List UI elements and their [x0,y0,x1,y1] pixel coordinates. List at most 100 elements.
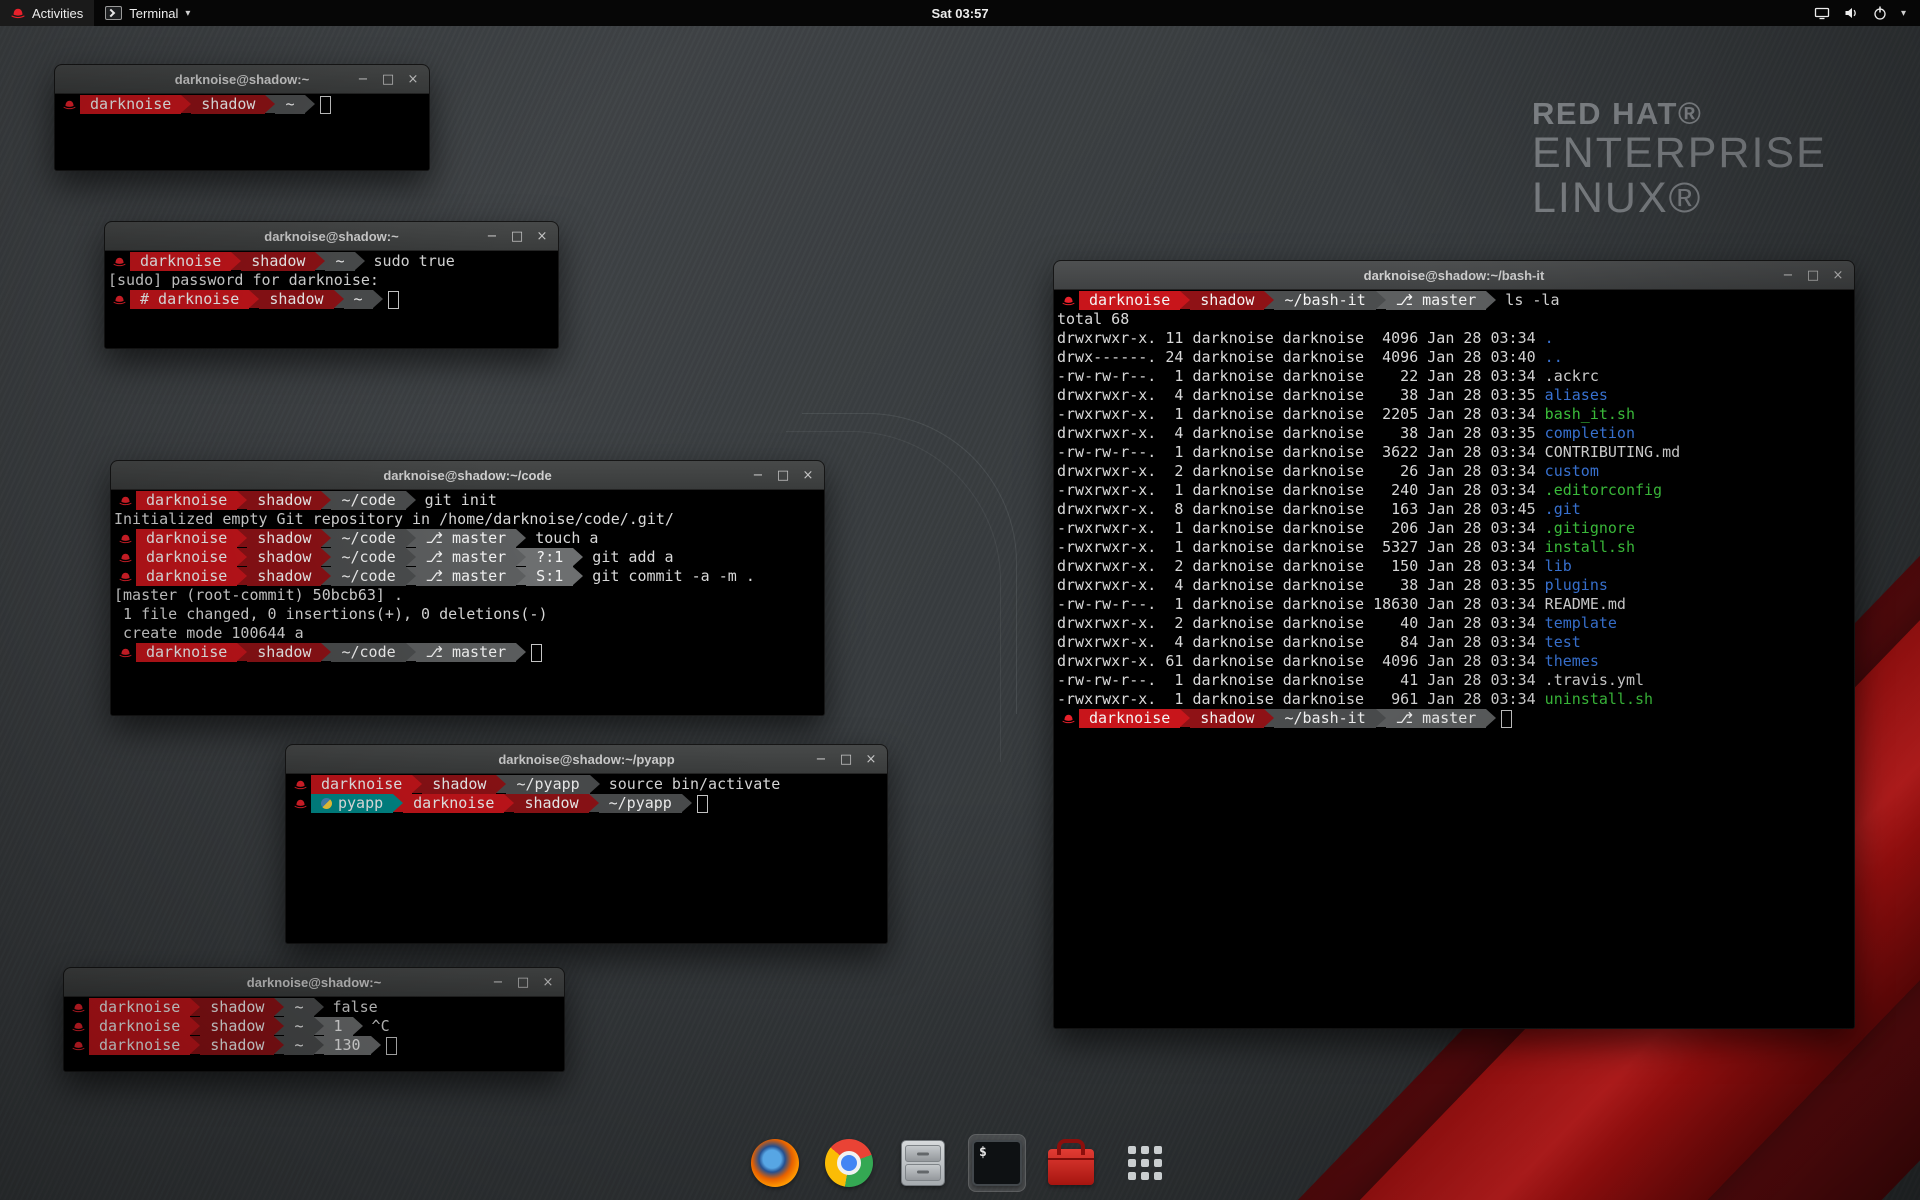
terminal-window[interactable]: darknoise@shadow:~ − □ × darknoiseshadow… [54,64,430,171]
terminal-window[interactable]: darknoise@shadow:~/code − □ × darknoises… [110,460,825,716]
powerline-arrow [314,998,324,1016]
terminal-window[interactable]: darknoise@shadow:~/pyapp − □ × darknoise… [285,744,888,944]
prompt-segment: shadow [247,529,321,548]
maximize-button[interactable]: □ [839,752,853,767]
terminal-window[interactable]: darknoise@shadow:~ − □ × darknoiseshadow… [104,221,559,349]
terminal-content[interactable]: darknoiseshadow~/code git initInitialize… [111,490,824,715]
dock-files[interactable] [894,1134,952,1192]
terminal-content[interactable]: darknoiseshadow~ [55,94,429,170]
terminal-content[interactable]: darknoiseshadow~/bash-it⎇ master ls -lat… [1054,290,1854,1028]
prompt-segment: shadow [1190,709,1264,728]
dock-chrome[interactable] [820,1134,878,1192]
terminal-window[interactable]: darknoise@shadow:~/bash-it − □ × darknoi… [1053,260,1855,1029]
titlebar[interactable]: darknoise@shadow:~ − □ × [64,968,564,997]
maximize-button[interactable]: □ [516,975,530,990]
terminal-text: -rwxrwxr-x. 1 darknoise darknoise 961 Ja… [1057,690,1545,709]
dock-toolbox[interactable] [1042,1134,1100,1192]
powerline-arrow [190,1017,200,1035]
display-icon[interactable] [1814,5,1830,21]
dock-show-apps[interactable] [1116,1134,1174,1192]
powerline-arrow [321,643,331,661]
maximize-button[interactable]: □ [510,229,524,244]
prompt-segment: ~ [325,252,354,271]
window-title: darknoise@shadow:~ [264,229,398,244]
directory-name: custom [1545,462,1599,481]
volume-icon[interactable] [1843,5,1859,21]
terminal-line: darknoiseshadow~ [58,95,429,114]
titlebar[interactable]: darknoise@shadow:~/code − □ × [111,461,824,490]
maximize-button[interactable]: □ [381,72,395,87]
powerline-arrow [314,1017,324,1035]
redhat-prompt-icon [1057,291,1079,310]
window-title: darknoise@shadow:~ [175,72,309,87]
titlebar[interactable]: darknoise@shadow:~/bash-it − □ × [1054,261,1854,290]
titlebar[interactable]: darknoise@shadow:~ − □ × [105,222,558,251]
prompt-segment: ~/pyapp [506,775,589,794]
prompt-segment: shadow [259,290,333,309]
terminal-content[interactable]: darknoiseshadow~/pyapp source bin/activa… [286,774,887,943]
prompt-segment: darknoise [136,548,237,567]
redhat-prompt-icon [289,775,311,794]
activities-button[interactable]: Activities [0,0,94,26]
terminal-line: drwxrwxr-x. 8 darknoise darknoise 163 Ja… [1057,500,1854,519]
terminal-text: .ackrc [1545,367,1599,386]
terminal-line: drwxrwxr-x. 2 darknoise darknoise 26 Jan… [1057,462,1854,481]
terminal-line: darknoiseshadow~ false [67,998,564,1017]
terminal-window[interactable]: darknoise@shadow:~ − □ × darknoiseshadow… [63,967,565,1072]
terminal-text: drwxrwxr-x. 4 darknoise darknoise 84 Jan… [1057,633,1545,652]
powerline-arrow [274,998,284,1016]
close-button[interactable]: × [541,975,555,990]
maximize-button[interactable]: □ [776,468,790,483]
powerline-arrow [265,95,275,113]
terminal-content[interactable]: darknoiseshadow~ sudo true[sudo] passwor… [105,251,558,348]
terminal-text: git add a [583,548,673,567]
terminal-text: drwxrwxr-x. 2 darknoise darknoise 150 Ja… [1057,557,1545,576]
power-icon[interactable] [1872,5,1888,21]
powerline-arrow [516,548,526,566]
minimize-button[interactable]: − [485,229,499,244]
terminal-content[interactable]: darknoiseshadow~ falsedarknoiseshadow~1 … [64,997,564,1071]
prompt-segment: shadow [247,491,321,510]
app-menu-label: Terminal [129,6,178,21]
minimize-button[interactable]: − [491,975,505,990]
directory-name: themes [1545,652,1599,671]
minimize-button[interactable]: − [356,72,370,87]
titlebar[interactable]: darknoise@shadow:~/pyapp − □ × [286,745,887,774]
terminal-line: darknoiseshadow~/bash-it⎇ master ls -la [1057,291,1854,310]
directory-name: test [1545,633,1581,652]
close-button[interactable]: × [406,72,420,87]
close-button[interactable]: × [801,468,815,483]
chevron-down-icon: ▾ [1901,8,1906,19]
minimize-button[interactable]: − [1781,268,1795,283]
terminal-line: total 68 [1057,310,1854,329]
prompt-segment: ~ [284,1017,313,1036]
terminal-line: darknoiseshadow~/code⎇ masterS:1 git com… [114,567,824,586]
executable-name: .gitignore [1545,519,1635,538]
prompt-segment: shadow [247,643,321,662]
close-button[interactable]: × [1831,268,1845,283]
close-button[interactable]: × [535,229,549,244]
dock-firefox[interactable] [746,1134,804,1192]
redhat-prompt-icon [67,1017,89,1036]
powerline-arrow [274,1017,284,1035]
minimize-button[interactable]: − [814,752,828,767]
app-menu-terminal[interactable]: Terminal ▾ [94,0,201,26]
terminal-text: [master (root-commit) 50bcb63] . [114,586,403,605]
prompt-segment: shadow [514,794,588,813]
prompt-segment: shadow [200,1017,274,1036]
redhat-prompt-icon [67,998,89,1017]
terminal-text: drwxrwxr-x. 8 darknoise darknoise 163 Ja… [1057,500,1545,519]
maximize-button[interactable]: □ [1806,268,1820,283]
powerline-arrow [190,1036,200,1054]
dock-terminal[interactable]: $ [968,1134,1026,1192]
titlebar[interactable]: darknoise@shadow:~ − □ × [55,65,429,94]
directory-name: plugins [1545,576,1608,595]
prompt-segment: darknoise [136,567,237,586]
clock[interactable]: Sat 03:57 [931,6,988,21]
terminal-text: 1 file changed, 0 insertions(+), 0 delet… [114,605,547,624]
close-button[interactable]: × [864,752,878,767]
powerline-arrow [237,529,247,547]
minimize-button[interactable]: − [751,468,765,483]
terminal-line: drwxrwxr-x. 4 darknoise darknoise 84 Jan… [1057,633,1854,652]
terminal-line: darknoiseshadow~130 [67,1036,564,1055]
